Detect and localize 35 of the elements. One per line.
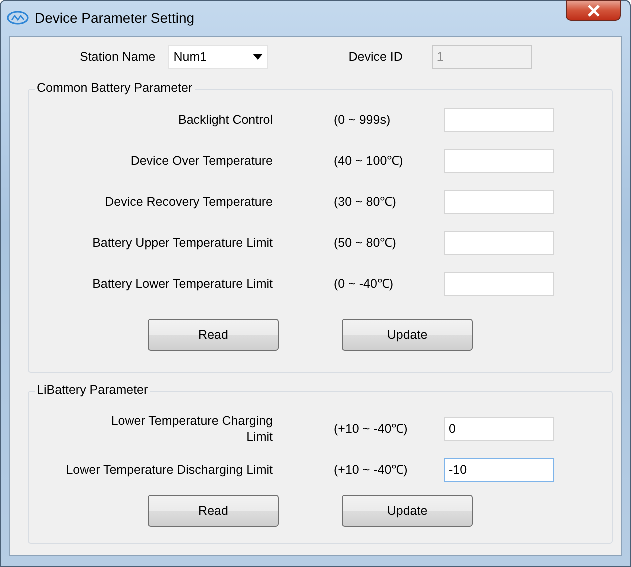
station-dropdown[interactable]: Num1 xyxy=(168,45,268,69)
field-label: Device Over Temperature xyxy=(130,152,273,168)
range-text: (+10 ~ -40℃) xyxy=(334,421,409,437)
range-text: (0 ~ -40℃) xyxy=(334,276,395,292)
input-field[interactable]: -10 xyxy=(444,458,554,482)
range-text: (0 ~ 999s) xyxy=(334,112,392,126)
input-field[interactable] xyxy=(444,272,554,296)
group-title: Common Battery Parameter xyxy=(35,81,195,95)
station-name-label: Station Name xyxy=(80,50,156,64)
app-logo-icon xyxy=(7,11,29,25)
range-text: (30 ~ 80℃) xyxy=(334,194,398,210)
close-button[interactable] xyxy=(566,0,621,21)
input-field[interactable]: 0 xyxy=(444,416,554,440)
window-title: Device Parameter Setting xyxy=(35,10,195,26)
field-label: Device Recovery Temperature xyxy=(104,194,273,210)
field-label: Lower Temperature Discharging Limit xyxy=(65,462,273,478)
field-label: Backlight Control xyxy=(178,112,273,128)
input-field[interactable] xyxy=(444,190,554,214)
range-text: (40 ~ 100℃) xyxy=(334,153,404,169)
close-icon xyxy=(586,4,600,16)
field-label: Lower Temperature Charging Limit xyxy=(110,412,273,444)
update-button[interactable]: Update xyxy=(342,319,473,351)
group-title: LiBattery Parameter xyxy=(35,383,150,397)
device-id-label: Device ID xyxy=(348,50,403,64)
field-label: Battery Upper Temperature Limit xyxy=(92,234,273,250)
range-text: (+10 ~ -40℃) xyxy=(334,462,409,478)
input-field[interactable] xyxy=(444,148,554,172)
range-text: (50 ~ 80℃) xyxy=(334,235,398,251)
read-button[interactable]: Read xyxy=(148,319,279,351)
input-field[interactable] xyxy=(444,108,554,132)
update-button[interactable]: Update xyxy=(342,495,473,527)
input-field[interactable] xyxy=(444,230,554,254)
field-label: Battery Lower Temperature Limit xyxy=(92,276,273,292)
read-button[interactable]: Read xyxy=(148,495,279,527)
dropdown-arrow-icon xyxy=(252,54,263,60)
